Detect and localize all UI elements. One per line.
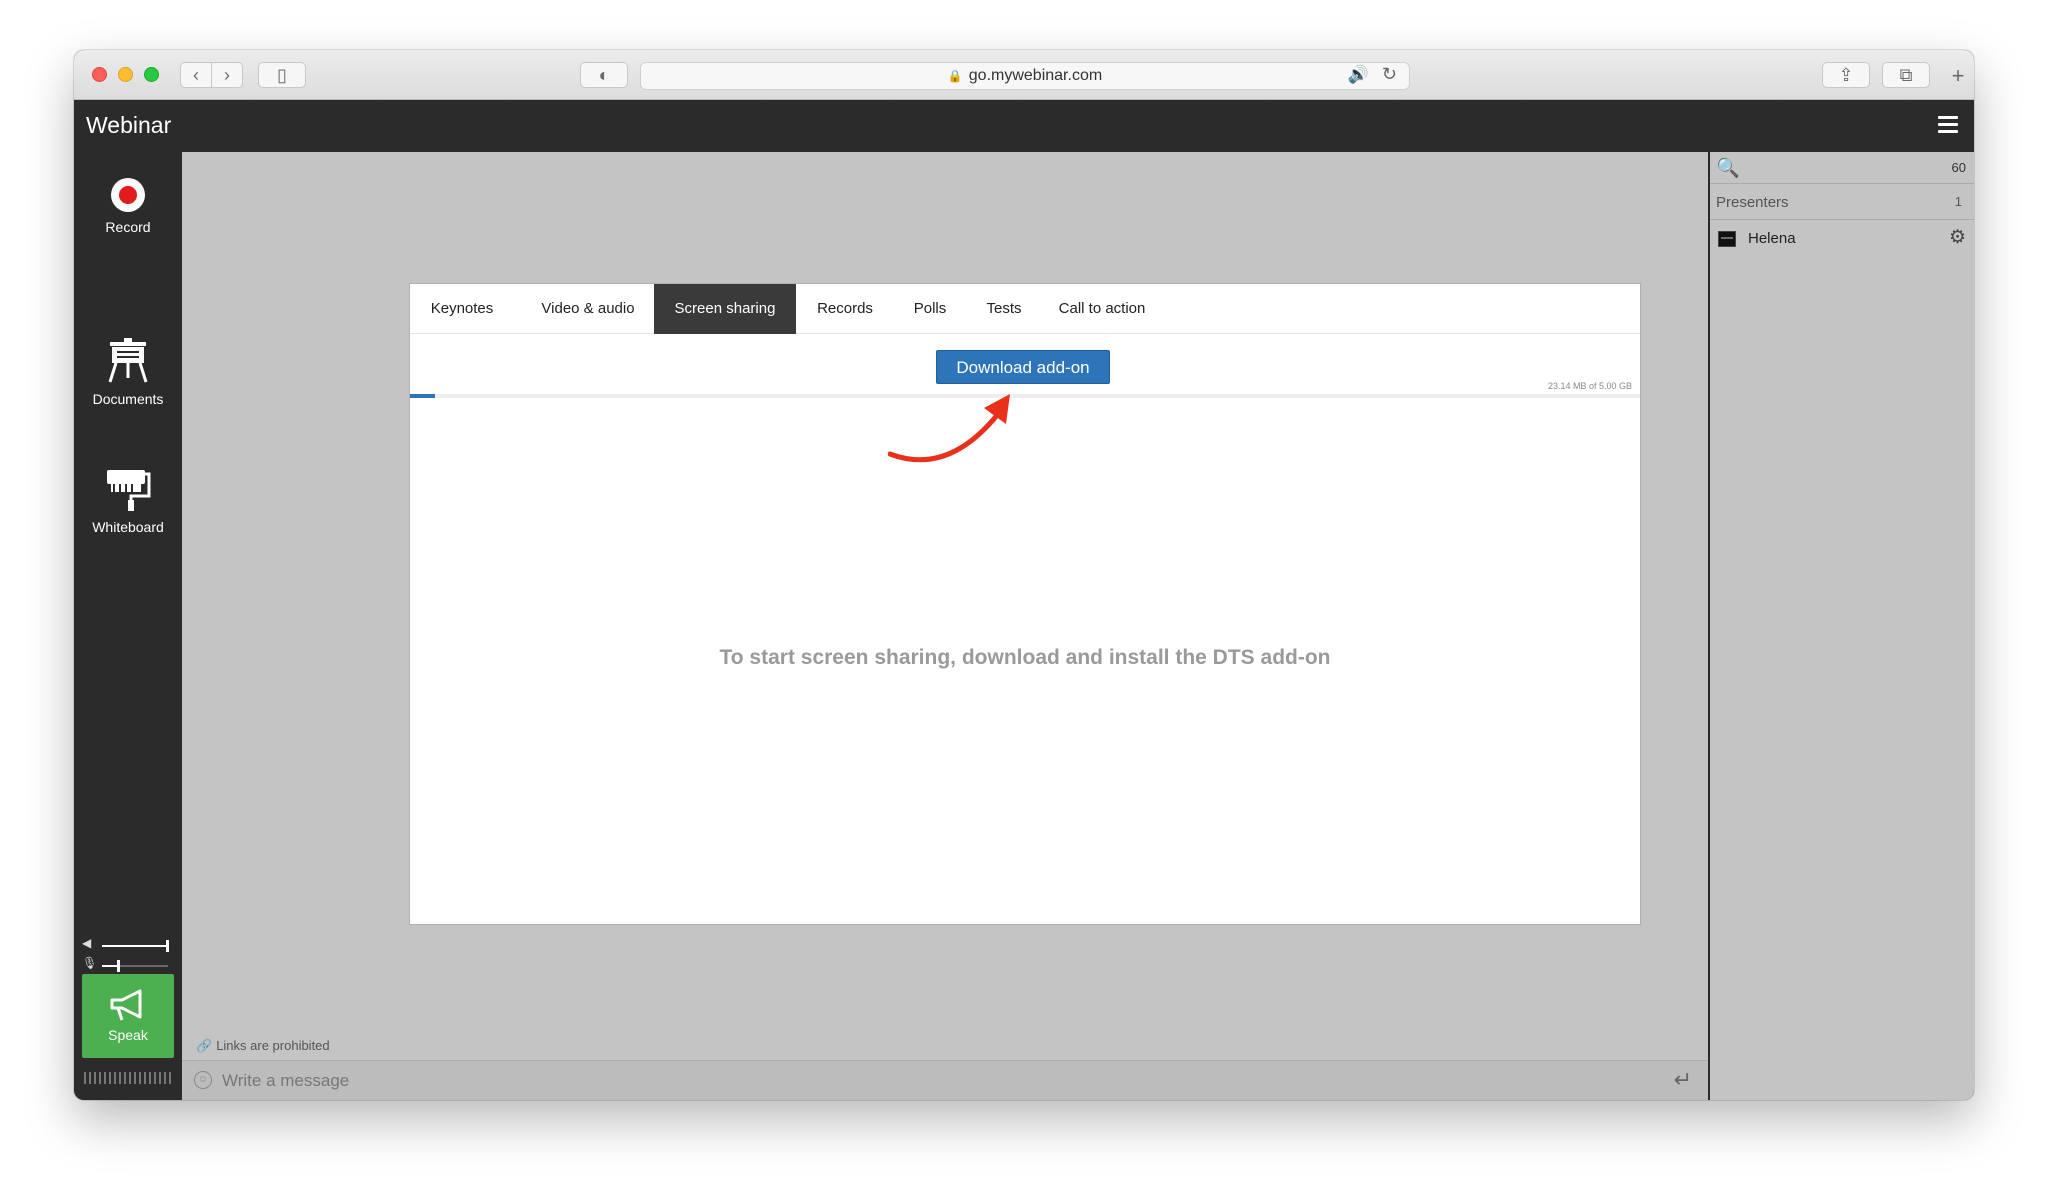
tab-tests[interactable]: Tests [966, 284, 1042, 334]
camera-avatar-icon [1718, 231, 1736, 247]
record-label: Record [105, 219, 151, 235]
tab-records[interactable]: Records [796, 284, 894, 334]
speak-button[interactable]: Speak [82, 974, 174, 1058]
content-panel: Keynotes Video & audio Screen sharing Re… [410, 284, 1640, 924]
tab-screen-sharing[interactable]: Screen sharing [654, 284, 796, 334]
chevron-right-icon: › [224, 65, 230, 85]
chat-input-bar: ☺ ↵ [182, 1060, 1708, 1100]
participant-name: Helena [1748, 230, 1796, 247]
whiteboard-label: Whiteboard [92, 519, 164, 535]
app-title: Webinar [86, 112, 172, 138]
browser-toolbar: ‹ › ▯ ◐ 🔒 go.mywebinar.com 🔊 ↻ ⇪ ⧉ + [74, 50, 1974, 100]
browser-window: ‹ › ▯ ◐ 🔒 go.mywebinar.com 🔊 ↻ ⇪ ⧉ + Webi… [74, 50, 1974, 1100]
megaphone-icon [82, 974, 174, 1025]
back-button[interactable]: ‹ [180, 62, 212, 88]
content-tabs: Keynotes Video & audio Screen sharing Re… [410, 284, 1640, 334]
slider-handle[interactable] [116, 960, 120, 972]
message-input[interactable] [222, 1067, 1642, 1095]
tab-keynotes[interactable]: Keynotes [410, 284, 514, 334]
record-button[interactable]: Record [74, 178, 182, 235]
sidebar-toggle-button[interactable]: ▯ [258, 62, 306, 88]
emoji-icon[interactable]: ☺ [194, 1071, 212, 1089]
url-text: go.mywebinar.com [968, 67, 1103, 84]
audio-level-meter [84, 1072, 172, 1084]
participant-row[interactable]: Helena ⚙ [1710, 222, 1974, 256]
speaker-volume-icon: ◀ [82, 936, 92, 950]
chevron-left-icon: ‹ [193, 65, 199, 85]
storage-usage-text: 23.14 MB of 5.00 GB [1547, 381, 1632, 391]
download-addon-button[interactable]: Download add-on [936, 350, 1110, 384]
slider-handle[interactable] [165, 940, 169, 952]
microphone-volume-slider[interactable]: 🎙 [82, 956, 177, 976]
participant-search: 🔍 60 [1710, 152, 1974, 184]
close-window-button[interactable] [92, 67, 107, 82]
link-icon: 🔗 [196, 1038, 213, 1053]
send-icon[interactable]: ↵ [1674, 1067, 1692, 1093]
forward-button[interactable]: › [211, 62, 243, 88]
tab-polls[interactable]: Polls [894, 284, 966, 334]
documents-icon [108, 338, 148, 383]
record-icon [111, 178, 145, 212]
documents-button[interactable]: Documents [74, 338, 182, 407]
reload-icon[interactable]: ↻ [1382, 64, 1397, 85]
whiteboard-icon [107, 470, 151, 511]
annotation-arrow-icon [888, 394, 1010, 463]
tabs-icon: ⧉ [1899, 65, 1913, 85]
tab-video-audio[interactable]: Video & audio [514, 284, 662, 334]
share-button[interactable]: ⇪ [1822, 62, 1870, 88]
links-prohibited-text: Links are prohibited [216, 1038, 330, 1053]
presenters-count: 1 [1954, 194, 1962, 209]
shield-icon: ◐ [598, 65, 610, 85]
audio-level-controls: ◀ 🎙 [82, 936, 177, 976]
presenters-section-header[interactable]: Presenters 1 [1710, 184, 1974, 220]
screen-sharing-instructions: To start screen sharing, download and in… [719, 646, 1331, 669]
participant-search-input[interactable] [1742, 156, 1932, 180]
new-tab-button[interactable]: + [1942, 64, 1974, 90]
zoom-window-button[interactable] [144, 67, 159, 82]
plus-icon: + [1951, 63, 1965, 88]
left-toolbar: Record Documents Whiteboard ◀ 🎙 Speak [74, 152, 182, 1100]
lock-icon: 🔒 [947, 69, 963, 83]
microphone-icon: 🎙 [82, 956, 98, 970]
app-header: Webinar [74, 100, 1974, 152]
hamburger-menu-icon[interactable] [1938, 116, 1958, 134]
presenters-label: Presenters [1716, 194, 1789, 211]
storage-usage-fill [410, 394, 435, 398]
documents-label: Documents [92, 391, 164, 407]
gear-icon[interactable]: ⚙ [1949, 226, 1966, 249]
tab-call-to-action[interactable]: Call to action [1042, 284, 1162, 334]
participants-panel: 🔍 60 Presenters 1 Helena ⚙ [1708, 152, 1974, 1100]
address-bar[interactable]: 🔒 go.mywebinar.com 🔊 ↻ [640, 62, 1410, 90]
speaker-icon[interactable]: 🔊 [1348, 65, 1369, 85]
speaker-volume-slider[interactable]: ◀ [82, 936, 177, 956]
search-icon[interactable]: 🔍 [1716, 156, 1740, 180]
minimize-window-button[interactable] [118, 67, 133, 82]
participant-count: 60 [1951, 160, 1966, 175]
main-stage: Keynotes Video & audio Screen sharing Re… [182, 152, 1708, 1100]
tab-overview-button[interactable]: ⧉ [1882, 62, 1930, 88]
links-prohibited-note: 🔗 Links are prohibited [196, 1038, 330, 1054]
speak-label: Speak [108, 1027, 148, 1043]
whiteboard-button[interactable]: Whiteboard [74, 466, 182, 535]
privacy-report-button[interactable]: ◐ [580, 62, 628, 88]
sidebar-icon: ▯ [277, 65, 287, 85]
share-icon: ⇪ [1838, 65, 1854, 85]
